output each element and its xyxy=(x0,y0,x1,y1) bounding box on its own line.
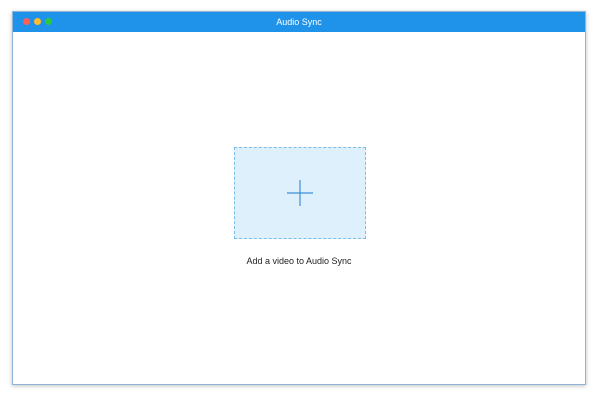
plus-icon xyxy=(286,179,314,207)
app-window: Audio Sync Add a video to Audio Sync xyxy=(12,11,586,385)
main-content: Add a video to Audio Sync xyxy=(13,32,585,384)
title-bar: Audio Sync xyxy=(13,12,585,32)
add-video-dropzone[interactable] xyxy=(234,147,366,239)
window-title: Audio Sync xyxy=(276,17,322,27)
add-video-caption: Add a video to Audio Sync xyxy=(246,256,352,266)
